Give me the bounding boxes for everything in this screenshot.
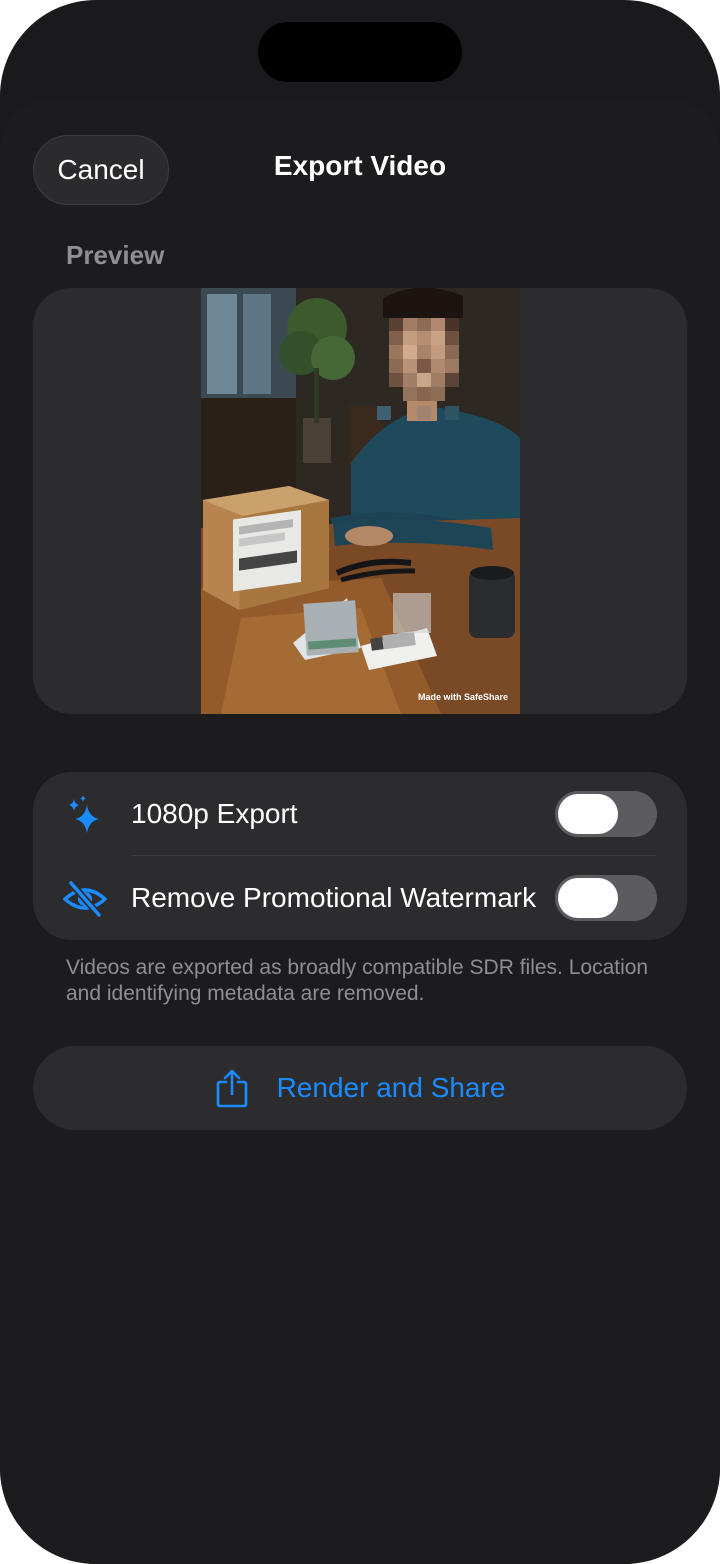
toggle-1080p-export[interactable] [555, 791, 657, 837]
render-and-share-button[interactable]: Render and Share [33, 1046, 687, 1130]
device-frame: Cancel Export Video Preview Made with Sa… [0, 0, 720, 1564]
option-label-1080p: 1080p Export [131, 798, 298, 829]
video-preview-thumbnail[interactable]: Made with SafeShare [201, 288, 520, 714]
page-title: Export Video [273, 150, 447, 181]
toggle-knob [558, 878, 618, 918]
option-row-remove-watermark[interactable]: Remove Promotional Watermark [33, 856, 687, 940]
option-label-remove-watermark: Remove Promotional Watermark [131, 882, 537, 913]
option-row-1080p[interactable]: 1080p Export [33, 772, 687, 856]
toggle-knob [558, 794, 618, 834]
share-icon [216, 1069, 247, 1108]
export-footnote: Videos are exported as broadly compatibl… [66, 956, 649, 1005]
render-and-share-label: Render and Share [276, 1072, 506, 1103]
dynamic-island [258, 22, 462, 82]
sparkles-icon [69, 795, 99, 833]
toggle-remove-watermark[interactable] [555, 875, 657, 921]
video-frame-illustration [201, 288, 520, 714]
preview-section-label: Preview [66, 240, 165, 270]
eye-slash-icon [63, 880, 107, 918]
preview-card: Made with SafeShare [33, 288, 687, 714]
watermark-label: Made with SafeShare [417, 692, 508, 702]
export-options-card: 1080p Export Remove Promotional Watermar… [33, 772, 687, 940]
